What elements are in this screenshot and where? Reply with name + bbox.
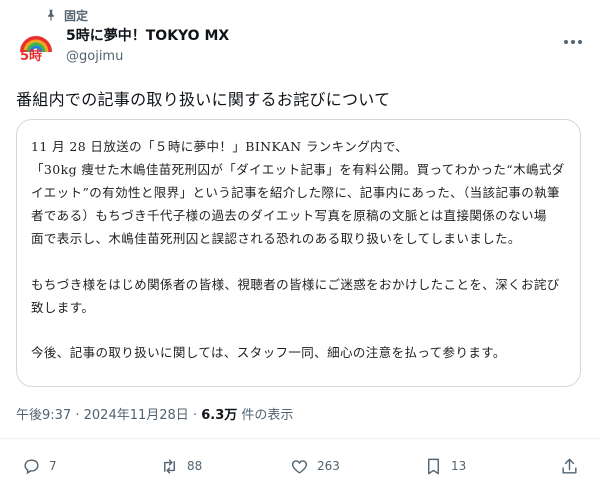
statement-line: 今後、記事の取り扱いに関しては、スタッフ一同、細心の注意を払って参ります。 — [31, 345, 506, 360]
meta-separator: · — [75, 408, 80, 423]
like-count: 263 — [317, 459, 340, 473]
author-handle[interactable]: @gojimu — [66, 48, 229, 66]
statement-line: 11 月 28 日放送の「５時に夢中！」BINKAN ランキング内で、 — [31, 139, 409, 154]
tweet-time[interactable]: 午後9:37 — [16, 408, 71, 423]
action-bar: 7 88 263 13 — [16, 454, 584, 478]
repost-icon — [164, 458, 175, 474]
pinned-label: 固定 — [64, 8, 89, 23]
share-icon — [562, 458, 577, 474]
like-button[interactable]: 263 — [290, 454, 340, 478]
share-button[interactable] — [560, 454, 579, 478]
more-options-button[interactable] — [560, 32, 586, 52]
reply-button[interactable]: 7 — [22, 454, 57, 478]
reply-icon — [24, 458, 39, 474]
statement-line: 「30kg 痩せた木嶋佳苗死刑囚が「ダイエット記事」を有料公開。買ってわかった“… — [31, 162, 565, 177]
avatar[interactable]: 5時 — [16, 26, 56, 66]
author-display-name[interactable]: 5時に夢中！TOKYO MX — [66, 27, 229, 45]
tweet-meta: 午後9:37 · 2024年11月28日 · 6.3万 件の表示 — [16, 404, 293, 423]
divider — [0, 438, 600, 439]
avatar-text: 5時 — [20, 48, 42, 64]
bookmark-count: 13 — [451, 459, 467, 473]
meta-separator: · — [192, 408, 198, 423]
view-label: 件の表示 — [241, 408, 294, 423]
bookmark-icon — [428, 458, 439, 474]
bookmark-button[interactable]: 13 — [424, 454, 466, 478]
view-count[interactable]: 6.3万 — [201, 408, 237, 423]
reply-count: 7 — [49, 459, 57, 473]
statement-card[interactable]: 11 月 28 日放送の「５時に夢中！」BINKAN ランキング内で、 「30k… — [16, 119, 581, 387]
repost-count: 88 — [187, 459, 203, 473]
author-block: 5時に夢中！TOKYO MX @gojimu — [66, 27, 229, 66]
tweet-date[interactable]: 2024年11月28日 — [84, 408, 189, 423]
statement-line: 致します。 — [31, 300, 95, 315]
pin-icon — [48, 9, 54, 21]
more-icon — [564, 40, 582, 44]
tweet-text: 番組内での記事の取り扱いに関するお詫びについて — [16, 90, 391, 109]
statement-line: イエット”の有効性と限界」という記事を紹介した際に、記事内にあった、（当該記事の… — [31, 185, 560, 200]
statement-line: もちづき様をはじめ関係者の皆様、視聴者の皆様にご迷惑をおかけしたことを、深くお詫… — [31, 277, 560, 292]
repost-button[interactable]: 88 — [160, 454, 202, 478]
statement-line: 者である）もちづき千代子様の過去のダイエット写真を原稿の文脈とは直接関係のない場 — [31, 208, 547, 223]
pinned-indicator: 固定 — [44, 6, 88, 24]
heart-icon — [291, 459, 308, 474]
channel-logo-icon: 5時 — [16, 26, 56, 66]
statement-line: 面で表示し、木嶋佳苗死刑囚と誤認される恐れのある取り扱いをしてしまいました。 — [31, 231, 521, 246]
